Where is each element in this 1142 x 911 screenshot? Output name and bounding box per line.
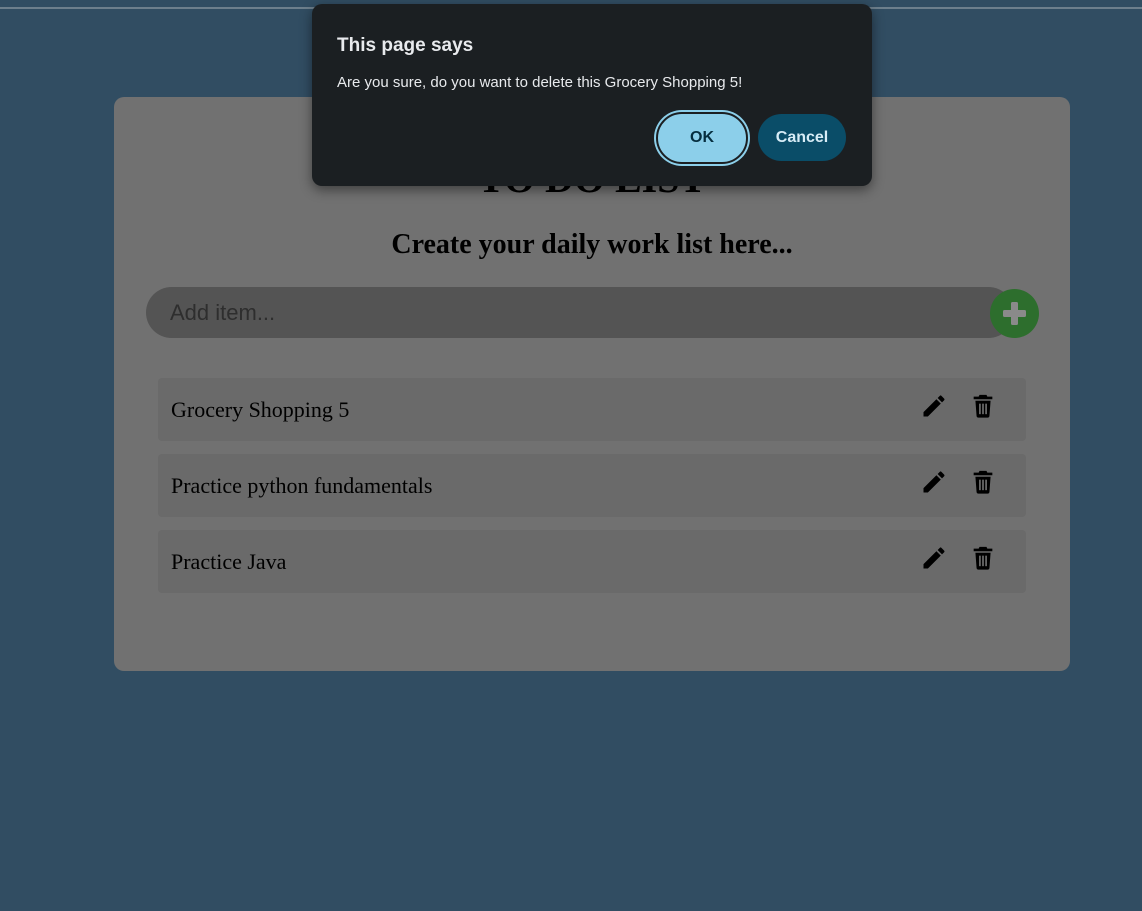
edit-button[interactable] <box>920 392 948 420</box>
delete-button[interactable] <box>969 392 997 420</box>
todo-item-text: Practice python fundamentals <box>171 473 433 498</box>
add-item-input[interactable] <box>146 287 1014 338</box>
page-subtitle: Create your daily work list here... <box>391 229 793 260</box>
cancel-button[interactable]: Cancel <box>758 114 846 161</box>
plus-icon <box>1003 302 1026 325</box>
edit-button[interactable] <box>920 468 948 496</box>
todo-item: Practice python fundamentals <box>158 454 1026 517</box>
todo-item-text: Practice Java <box>171 549 287 574</box>
dialog-message: Are you sure, do you want to delete this… <box>337 74 743 91</box>
pencil-icon <box>923 395 945 417</box>
trash-icon <box>973 546 993 570</box>
todo-list: Grocery Shopping 5 Practice python funda… <box>158 378 1026 606</box>
delete-button[interactable] <box>969 544 997 572</box>
edit-button[interactable] <box>920 544 948 572</box>
pencil-icon <box>923 471 945 493</box>
confirm-dialog: This page says Are you sure, do you want… <box>312 4 872 186</box>
todo-item: Grocery Shopping 5 <box>158 378 1026 441</box>
add-item-button[interactable] <box>990 289 1039 338</box>
pencil-icon <box>923 547 945 569</box>
delete-button[interactable] <box>969 468 997 496</box>
todo-item: Practice Java <box>158 530 1026 593</box>
trash-icon <box>973 394 993 418</box>
dialog-title: This page says <box>337 35 474 56</box>
ok-button[interactable]: OK <box>656 112 748 164</box>
todo-item-text: Grocery Shopping 5 <box>171 397 350 422</box>
trash-icon <box>973 470 993 494</box>
